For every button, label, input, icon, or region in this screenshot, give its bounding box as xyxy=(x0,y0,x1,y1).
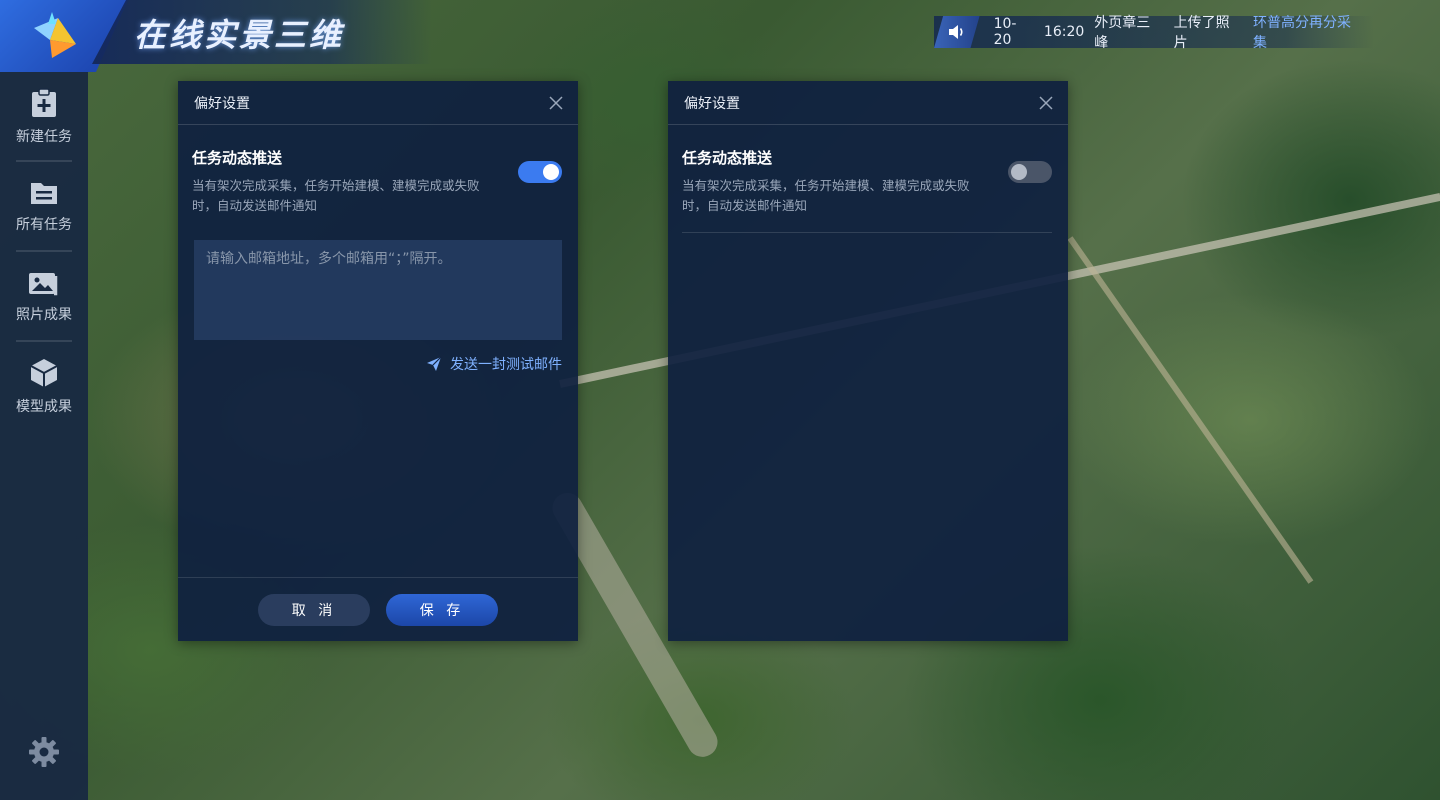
dialog-title: 偏好设置 xyxy=(684,95,740,112)
send-test-mail-label: 发送一封测试邮件 xyxy=(450,357,562,373)
sidebar-item-label: 新建任务 xyxy=(16,129,72,145)
save-button[interactable]: 保 存 xyxy=(386,593,498,626)
preferences-dialog-enabled: 偏好设置 任务动态推送 当有架次完成采集，任务开始建模、建模完成或失败时，自动发… xyxy=(178,81,578,641)
option-row: 任务动态推送 当有架次完成采集，任务开始建模、建模完成或失败时，自动发送邮件通知 xyxy=(192,147,562,216)
toggle-knob xyxy=(543,164,559,180)
notice-project-link[interactable]: 环普高分再分采集 xyxy=(1253,12,1364,52)
sidebar-item-new-task[interactable]: 新建任务 xyxy=(0,72,88,162)
list-icon xyxy=(31,183,57,204)
cancel-button[interactable]: 取 消 xyxy=(258,593,370,626)
dialog-header: 偏好设置 xyxy=(668,81,1068,125)
dialog-footer: 取 消 保 存 xyxy=(178,577,578,641)
notice-action: 上传了照片 xyxy=(1173,15,1230,51)
send-test-mail-link[interactable]: 发送一封测试邮件 xyxy=(192,354,562,374)
push-toggle[interactable] xyxy=(518,161,562,183)
logo-icon xyxy=(34,12,76,58)
cube-icon xyxy=(30,359,58,387)
sidebar-item-photo-results[interactable]: 照片成果 xyxy=(0,252,88,342)
dialog-body: 任务动态推送 当有架次完成采集，任务开始建模、建模完成或失败时，自动发送邮件通知 xyxy=(668,125,1068,233)
toggle-knob xyxy=(1011,164,1027,180)
option-description: 当有架次完成采集，任务开始建模、建模完成或失败时，自动发送邮件通知 xyxy=(192,178,480,213)
gear-icon[interactable] xyxy=(28,736,60,768)
notice-time: 16:20 xyxy=(1043,24,1085,40)
dialog-title: 偏好设置 xyxy=(194,95,250,112)
push-toggle[interactable] xyxy=(1008,161,1052,183)
dialog-body: 任务动态推送 当有架次完成采集，任务开始建模、建模完成或失败时，自动发送邮件通知… xyxy=(178,125,578,374)
speaker-icon xyxy=(934,16,980,48)
sidebar-item-all-tasks[interactable]: 所有任务 xyxy=(0,162,88,252)
photos-icon xyxy=(29,273,58,296)
sidebar: 新建任务 所有任务 照片成果 模型成果 xyxy=(0,72,88,800)
option-description: 当有架次完成采集，任务开始建模、建模完成或失败时，自动发送邮件通知 xyxy=(682,178,970,213)
app-title: 在线实景三维 xyxy=(134,16,345,54)
sidebar-item-label: 照片成果 xyxy=(16,307,72,323)
divider xyxy=(682,232,1052,233)
option-title: 任务动态推送 xyxy=(192,149,283,167)
sidebar-item-model-results[interactable]: 模型成果 xyxy=(0,342,88,432)
notice-bar: 10-20 16:20 外页章三峰 上传了照片 环普高分再分采集 xyxy=(934,15,1374,51)
sidebar-item-label: 模型成果 xyxy=(16,399,72,415)
notice-user: 外页章三峰 xyxy=(1094,15,1151,51)
preferences-dialog-disabled: 偏好设置 任务动态推送 当有架次完成采集，任务开始建模、建模完成或失败时，自动发… xyxy=(668,81,1068,641)
sidebar-item-label: 所有任务 xyxy=(16,217,72,233)
dialog-header: 偏好设置 xyxy=(178,81,578,125)
send-icon xyxy=(427,356,442,371)
option-row: 任务动态推送 当有架次完成采集，任务开始建模、建模完成或失败时，自动发送邮件通知 xyxy=(682,147,1052,216)
clipboard-plus-icon xyxy=(32,88,56,117)
notice-date: 10-20 xyxy=(993,16,1017,48)
option-title: 任务动态推送 xyxy=(682,149,773,167)
close-icon[interactable] xyxy=(1038,95,1054,111)
close-icon[interactable] xyxy=(548,95,564,111)
email-input[interactable] xyxy=(194,240,562,340)
